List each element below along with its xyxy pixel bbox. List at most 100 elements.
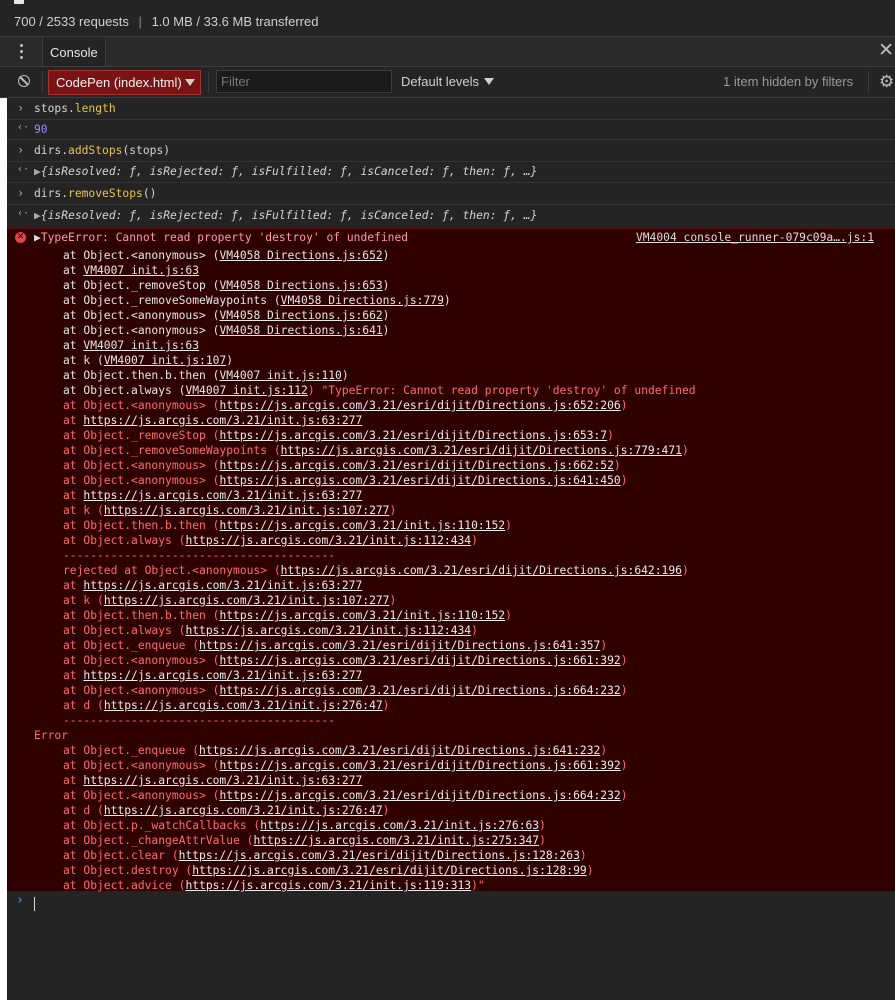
stack-line: at k (VM4007 init.js:107) bbox=[63, 353, 233, 368]
stack-frame-link[interactable]: VM4058 Directions.js:662 bbox=[219, 309, 382, 322]
stack-line: at Object.always (VM4007 init.js:112) "T… bbox=[63, 383, 696, 398]
console-toolbar: CodePen (index.html) Filter Default leve… bbox=[0, 67, 895, 98]
console-prompt-row[interactable]: › bbox=[7, 893, 895, 913]
tab-console[interactable]: Console bbox=[42, 37, 106, 66]
input-text: stops.length bbox=[34, 102, 116, 115]
stack-line: at Object.always (https://js.arcgis.com/… bbox=[63, 623, 478, 638]
stack-frame-text: at Object.clear ( bbox=[63, 849, 179, 862]
error-header[interactable]: ▶TypeError: Cannot read property 'destro… bbox=[34, 231, 408, 244]
stack-frame-link[interactable]: VM4058 Directions.js:652 bbox=[219, 249, 382, 262]
stack-frame-text: at Object._removeSomeWaypoints ( bbox=[63, 294, 281, 307]
stack-frame-text: at Object.then.b.then ( bbox=[63, 519, 220, 532]
stack-frame-link[interactable]: https://js.arcgis.com/3.21/esri/dijit/Di… bbox=[199, 639, 600, 652]
output-object[interactable]: ▶{isResolved: ƒ, isRejected: ƒ, isFulfil… bbox=[34, 209, 537, 222]
stack-frame-link[interactable]: https://js.arcgis.com/3.21/init.js:107:2… bbox=[104, 594, 390, 607]
stack-frame-text: ) bbox=[620, 399, 628, 412]
stack-frame-link[interactable]: https://js.arcgis.com/3.21/init.js:110:1… bbox=[219, 609, 505, 622]
output-object[interactable]: ▶{isResolved: ƒ, isRejected: ƒ, isFulfil… bbox=[34, 165, 537, 178]
expand-triangle-icon[interactable]: ▶ bbox=[34, 209, 41, 222]
stack-frame-text: at Object.<anonymous> ( bbox=[63, 309, 220, 322]
stack-frame-link[interactable]: VM4007 init.js:112 bbox=[185, 384, 307, 397]
stack-frame-text: ) bbox=[505, 519, 512, 532]
stack-frame-link[interactable]: https://js.arcgis.com/3.21/init.js:107:2… bbox=[104, 504, 390, 517]
requests-count: 700 / 2533 requests bbox=[14, 14, 129, 29]
stack-line: at Object._changeAttrValue (https://js.a… bbox=[63, 833, 546, 848]
stack-frame-text: ) bbox=[620, 759, 628, 772]
stack-line: at https://js.arcgis.com/3.21/init.js:63… bbox=[63, 578, 362, 593]
stack-frame-link[interactable]: https://js.arcgis.com/3.21/esri/dijit/Di… bbox=[192, 864, 586, 877]
console-messages[interactable]: › stops.length ‹· 90 › dirs.addStops(sto… bbox=[7, 98, 895, 1000]
stack-frame-link[interactable]: https://js.arcgis.com/3.21/init.js:119:3… bbox=[185, 879, 471, 892]
stack-frame-link[interactable]: https://js.arcgis.com/3.21/esri/dijit/Di… bbox=[281, 564, 682, 577]
stack-frame-link[interactable]: https://js.arcgis.com/3.21/init.js:63:27… bbox=[83, 774, 362, 787]
expand-triangle-icon[interactable]: ▶ bbox=[34, 165, 41, 178]
stack-frame-link[interactable]: https://js.arcgis.com/3.21/init.js:112:4… bbox=[185, 624, 471, 637]
stack-frame-text: at bbox=[63, 264, 84, 277]
stack-frame-text: at Object._changeAttrValue ( bbox=[63, 834, 254, 847]
stack-frame-link[interactable]: https://js.arcgis.com/3.21/init.js:63:27… bbox=[83, 579, 362, 592]
stack-frame-link[interactable]: https://js.arcgis.com/3.21/init.js:63:27… bbox=[83, 414, 362, 427]
stack-frame-link[interactable]: https://js.arcgis.com/3.21/init.js:112:4… bbox=[185, 534, 471, 547]
stack-frame-link[interactable]: https://js.arcgis.com/3.21/esri/dijit/Di… bbox=[219, 789, 620, 802]
gear-icon[interactable]: ⚙ bbox=[879, 73, 894, 90]
toolbar-divider bbox=[868, 71, 869, 93]
stack-frame-link[interactable]: https://js.arcgis.com/3.21/init.js:276:4… bbox=[104, 699, 383, 712]
stack-frame-text: ) bbox=[539, 834, 546, 847]
context-label: CodePen (index.html) bbox=[56, 75, 182, 90]
stack-line: at k (https://js.arcgis.com/3.21/init.js… bbox=[63, 503, 396, 518]
stack-frame-text: ) bbox=[382, 699, 390, 712]
stack-frame-text: ) bbox=[586, 864, 594, 877]
stack-frame-text: at Object.<anonymous> ( bbox=[63, 474, 220, 487]
console-output-row[interactable]: ‹· ▶{isResolved: ƒ, isRejected: ƒ, isFul… bbox=[7, 162, 895, 183]
log-levels-dropdown[interactable]: Default levels bbox=[401, 67, 495, 97]
stack-frame-text: at bbox=[63, 339, 84, 352]
stack-frame-link[interactable]: https://js.arcgis.com/3.21/esri/dijit/Di… bbox=[219, 399, 620, 412]
output-chevron-icon: ‹· bbox=[17, 164, 30, 175]
stack-frame-link[interactable]: https://js.arcgis.com/3.21/esri/dijit/Di… bbox=[199, 744, 600, 757]
stack-frame-link[interactable]: https://js.arcgis.com/3.21/esri/dijit/Di… bbox=[219, 759, 620, 772]
input-chevron-icon: › bbox=[17, 143, 25, 157]
stack-frame-text: ) bbox=[620, 789, 628, 802]
stack-line: at k (https://js.arcgis.com/3.21/init.js… bbox=[63, 593, 396, 608]
stack-frame-link[interactable]: https://js.arcgis.com/3.21/init.js:63:27… bbox=[83, 669, 362, 682]
stack-frame-text: at bbox=[63, 774, 84, 787]
object-preview: {isResolved: ƒ, isRejected: ƒ, isFulfill… bbox=[40, 165, 538, 178]
stack-frame-text: at Object.<anonymous> ( bbox=[63, 324, 220, 337]
expand-triangle-icon[interactable]: ▶ bbox=[34, 231, 41, 244]
stack-frame-link[interactable]: https://js.arcgis.com/3.21/esri/dijit/Di… bbox=[219, 654, 620, 667]
stack-frame-link[interactable]: VM4007 init.js:110 bbox=[219, 369, 341, 382]
stack-frame-link[interactable]: VM4007 init.js:107 bbox=[104, 354, 226, 367]
stack-frame-link[interactable]: VM4007 init.js:63 bbox=[83, 339, 199, 352]
stack-frame-link[interactable]: https://js.arcgis.com/3.21/esri/dijit/Di… bbox=[219, 429, 607, 442]
stack-frame-link[interactable]: https://js.arcgis.com/3.21/esri/dijit/Di… bbox=[219, 474, 620, 487]
stack-frame-link[interactable]: https://js.arcgis.com/3.21/init.js:110:1… bbox=[219, 519, 505, 532]
stack-line: at Object.<anonymous> (https://js.arcgis… bbox=[63, 758, 628, 773]
input-chevron-icon: › bbox=[17, 186, 25, 200]
stack-frame-text: at Object.p._watchCallbacks ( bbox=[63, 819, 261, 832]
console-output-row[interactable]: ‹· ▶{isResolved: ƒ, isRejected: ƒ, isFul… bbox=[7, 205, 895, 228]
context-selector[interactable]: CodePen (index.html) bbox=[48, 70, 201, 95]
stack-frame-text: )" bbox=[471, 879, 485, 892]
error-source-link[interactable]: VM4004 console_runner-079c09a….js:1 bbox=[636, 231, 874, 244]
stack-frame-link[interactable]: https://js.arcgis.com/3.21/esri/dijit/Di… bbox=[219, 459, 613, 472]
stack-frame-link[interactable]: https://js.arcgis.com/3.21/init.js:275:3… bbox=[253, 834, 539, 847]
stack-frame-link[interactable]: VM4058 Directions.js:653 bbox=[219, 279, 382, 292]
stack-frame-link[interactable]: https://js.arcgis.com/3.21/esri/dijit/Di… bbox=[179, 849, 580, 862]
stack-frame-link[interactable]: VM4007 init.js:63 bbox=[83, 264, 199, 277]
close-drawer-icon[interactable]: ✕ bbox=[878, 40, 894, 62]
stack-frame-link[interactable]: https://js.arcgis.com/3.21/esri/dijit/Di… bbox=[219, 684, 620, 697]
stack-frame-link[interactable]: https://js.arcgis.com/3.21/esri/dijit/Di… bbox=[281, 444, 682, 457]
stack-frame-text: ) bbox=[382, 309, 390, 322]
stack-frame-link[interactable]: https://js.arcgis.com/3.21/init.js:276:4… bbox=[104, 804, 383, 817]
more-tabs-icon[interactable] bbox=[20, 44, 24, 62]
stack-frame-link[interactable]: VM4058 Directions.js:641 bbox=[219, 324, 382, 337]
stack-line: at Object.<anonymous> (https://js.arcgis… bbox=[63, 458, 621, 473]
filter-input[interactable]: Filter bbox=[216, 70, 392, 93]
stack-line: at Object.then.b.then (https://js.arcgis… bbox=[63, 608, 512, 623]
stack-frame-link[interactable]: VM4058 Directions.js:779 bbox=[281, 294, 444, 307]
stack-frame-link[interactable]: https://js.arcgis.com/3.21/init.js:63:27… bbox=[83, 489, 362, 502]
stack-frame-text: at Object.<anonymous> ( bbox=[63, 654, 220, 667]
stack-frame-text: at Object._removeStop ( bbox=[63, 279, 220, 292]
clear-console-icon[interactable] bbox=[18, 75, 30, 87]
stack-frame-link[interactable]: https://js.arcgis.com/3.21/init.js:276:6… bbox=[260, 819, 539, 832]
